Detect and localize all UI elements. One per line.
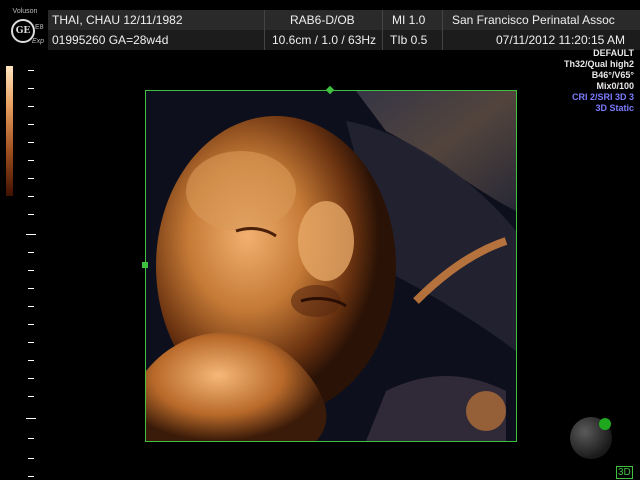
- probe-label: RAB6-D/OB: [290, 13, 355, 27]
- header-bar: Voluson GE E8 Exp THAI, CHAU 12/11/1982 …: [0, 0, 640, 50]
- scale-tick-major: [26, 418, 36, 419]
- header-row-1: THAI, CHAU 12/11/1982 RAB6-D/OB MI 1.0 S…: [48, 10, 640, 30]
- divider: [442, 30, 443, 50]
- scale-tick: [28, 178, 34, 179]
- scale-tick: [28, 214, 34, 215]
- scale-tick: [28, 458, 34, 459]
- mi-value: MI 1.0: [392, 13, 426, 27]
- divider: [442, 10, 443, 30]
- divider: [264, 10, 265, 30]
- scale-tick: [28, 306, 34, 307]
- orientation-marker-icon: [599, 418, 611, 430]
- patient-id-ga: 01995260 GA=28w4d: [52, 33, 169, 47]
- divider: [264, 30, 265, 50]
- scale-tick: [28, 476, 34, 477]
- patient-name-date: THAI, CHAU 12/11/1982: [52, 13, 183, 27]
- scale-tick: [28, 160, 34, 161]
- roi-left-marker[interactable]: [142, 262, 148, 268]
- divider: [382, 10, 383, 30]
- ge-logo: Voluson GE E8 Exp: [4, 8, 46, 48]
- scale-tick: [28, 288, 34, 289]
- scale-tick: [28, 360, 34, 361]
- model-label: E8: [35, 24, 44, 31]
- scale-tick: [28, 396, 34, 397]
- quality-label: Th32/Qual high2: [563, 59, 634, 69]
- exam-datetime: 07/11/2012 11:20:15 AM: [496, 33, 625, 47]
- scale-tick-major: [26, 234, 36, 235]
- render-viewport[interactable]: [145, 90, 517, 442]
- sepia-colorbar: [6, 66, 13, 196]
- preset-label: DEFAULT: [593, 48, 634, 58]
- depth-scale: [6, 66, 36, 480]
- scale-tick: [28, 252, 34, 253]
- 3d-mode-label: 3D: [616, 466, 633, 479]
- fetal-face-render: [146, 91, 516, 441]
- scale-tick: [28, 324, 34, 325]
- depth-frequency: 10.6cm / 1.0 / 63Hz: [272, 33, 377, 47]
- scale-tick: [28, 342, 34, 343]
- scale-tick: [28, 196, 34, 197]
- scale-tick: [28, 88, 34, 89]
- scale-tick: [28, 438, 34, 439]
- scale-tick: [28, 124, 34, 125]
- scale-tick: [28, 70, 34, 71]
- mode-label: Exp: [32, 38, 45, 45]
- angle-label: B46°/V65°: [591, 70, 634, 80]
- scale-tick: [28, 106, 34, 107]
- tib-value: TIb 0.5: [390, 33, 428, 47]
- divider: [382, 30, 383, 50]
- brand-label: Voluson: [12, 8, 38, 15]
- scale-tick: [28, 142, 34, 143]
- scale-tick: [28, 270, 34, 271]
- header-row-2: 01995260 GA=28w4d 10.6cm / 1.0 / 63Hz TI…: [48, 30, 640, 50]
- institution-name: San Francisco Perinatal Assoc: [452, 13, 615, 27]
- scale-tick: [28, 378, 34, 379]
